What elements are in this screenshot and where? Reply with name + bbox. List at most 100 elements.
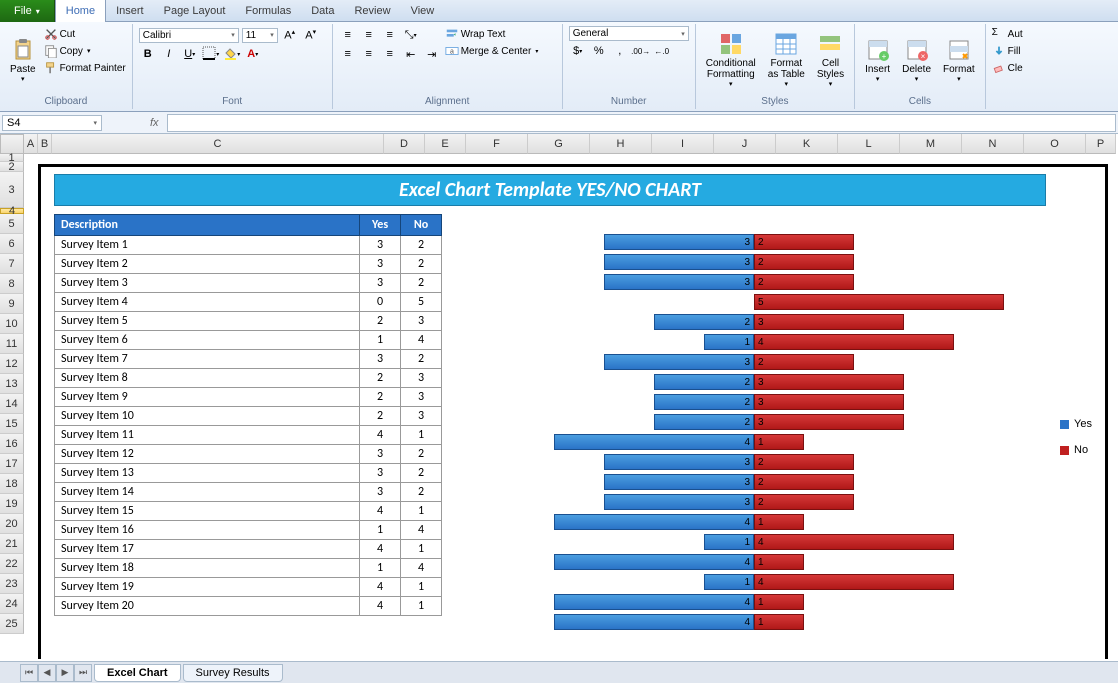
row-header-11[interactable]: 11	[0, 334, 24, 354]
tab-view[interactable]: View	[401, 0, 445, 22]
cell-no[interactable]: 4	[401, 521, 442, 540]
cell-yes[interactable]: 3	[360, 464, 401, 483]
cell-no[interactable]: 2	[401, 350, 442, 369]
cell-desc[interactable]: Survey Item 4	[55, 293, 360, 312]
cell-desc[interactable]: Survey Item 16	[55, 521, 360, 540]
cell-desc[interactable]: Survey Item 13	[55, 464, 360, 483]
increase-font-button[interactable]: A▴	[281, 26, 299, 44]
tab-formulas[interactable]: Formulas	[235, 0, 301, 22]
cell-yes[interactable]: 4	[360, 578, 401, 597]
table-row[interactable]: Survey Item 923	[55, 388, 442, 407]
cell-yes[interactable]: 4	[360, 426, 401, 445]
align-left-button[interactable]: ≡	[339, 45, 357, 63]
cell-desc[interactable]: Survey Item 2	[55, 255, 360, 274]
col-header-I[interactable]: I	[652, 134, 714, 154]
align-bottom-button[interactable]: ≡	[381, 26, 399, 44]
cell-desc[interactable]: Survey Item 6	[55, 331, 360, 350]
fx-label[interactable]: fx	[144, 117, 165, 129]
cell-no[interactable]: 5	[401, 293, 442, 312]
increase-decimal-button[interactable]: .00→	[632, 42, 650, 60]
italic-button[interactable]: I	[160, 45, 178, 63]
col-header-P[interactable]: P	[1086, 134, 1116, 154]
table-row[interactable]: Survey Item 1541	[55, 502, 442, 521]
table-row[interactable]: Survey Item 332	[55, 274, 442, 293]
fill-color-button[interactable]: ▾	[223, 45, 241, 63]
table-row[interactable]: Survey Item 2041	[55, 597, 442, 616]
decrease-decimal-button[interactable]: ←.0	[653, 42, 671, 60]
table-row[interactable]: Survey Item 732	[55, 350, 442, 369]
comma-format-button[interactable]: ,	[611, 42, 629, 60]
cell-yes[interactable]: 4	[360, 502, 401, 521]
table-row[interactable]: Survey Item 823	[55, 369, 442, 388]
col-header-K[interactable]: K	[776, 134, 838, 154]
worksheet-grid[interactable]: ABCDEFGHIJKLMNOP 12345678910111213141516…	[0, 134, 1118, 659]
sheet-tab-survey-results[interactable]: Survey Results	[183, 664, 283, 682]
col-header-D[interactable]: D	[384, 134, 425, 154]
cell-yes[interactable]: 2	[360, 388, 401, 407]
col-header-C[interactable]: C	[52, 134, 384, 154]
cell-no[interactable]: 2	[401, 445, 442, 464]
cell-no[interactable]: 3	[401, 369, 442, 388]
table-row[interactable]: Survey Item 1814	[55, 559, 442, 578]
row-header-6[interactable]: 6	[0, 234, 24, 254]
borders-button[interactable]: ▾	[202, 45, 220, 63]
col-header-J[interactable]: J	[714, 134, 776, 154]
decrease-indent-button[interactable]: ⇤	[402, 45, 420, 63]
table-row[interactable]: Survey Item 1023	[55, 407, 442, 426]
cell-desc[interactable]: Survey Item 10	[55, 407, 360, 426]
row-header-13[interactable]: 13	[0, 374, 24, 394]
cell-yes[interactable]: 3	[360, 236, 401, 255]
cell-yes[interactable]: 2	[360, 407, 401, 426]
cell-desc[interactable]: Survey Item 17	[55, 540, 360, 559]
cell-desc[interactable]: Survey Item 9	[55, 388, 360, 407]
cell-desc[interactable]: Survey Item 12	[55, 445, 360, 464]
number-format-combo[interactable]: General▾	[569, 26, 689, 41]
cell-no[interactable]: 1	[401, 578, 442, 597]
sheet-nav-next[interactable]: ▶	[56, 664, 74, 682]
table-row[interactable]: Survey Item 1332	[55, 464, 442, 483]
cell-no[interactable]: 3	[401, 407, 442, 426]
cell-yes[interactable]: 3	[360, 483, 401, 502]
cell-styles-button[interactable]: Cell Styles▾	[813, 26, 848, 94]
cell-desc[interactable]: Survey Item 8	[55, 369, 360, 388]
copy-button[interactable]: Copy▾	[44, 43, 126, 59]
delete-cells-button[interactable]: ×Delete▾	[898, 26, 935, 94]
name-box[interactable]: S4▾	[2, 115, 102, 131]
font-color-button[interactable]: A▾	[244, 45, 262, 63]
row-header-16[interactable]: 16	[0, 434, 24, 454]
row-header-15[interactable]: 15	[0, 414, 24, 434]
table-row[interactable]: Survey Item 405	[55, 293, 442, 312]
row-header-18[interactable]: 18	[0, 474, 24, 494]
cell-no[interactable]: 4	[401, 559, 442, 578]
cell-no[interactable]: 2	[401, 255, 442, 274]
decrease-font-button[interactable]: A▾	[302, 26, 320, 44]
accounting-format-button[interactable]: $▾	[569, 42, 587, 60]
tab-page-layout[interactable]: Page Layout	[154, 0, 236, 22]
cell-no[interactable]: 2	[401, 483, 442, 502]
row-header-25[interactable]: 25	[0, 614, 24, 634]
row-header-5[interactable]: 5	[0, 214, 24, 234]
cell-desc[interactable]: Survey Item 5	[55, 312, 360, 331]
cell-yes[interactable]: 1	[360, 521, 401, 540]
align-center-button[interactable]: ≡	[360, 45, 378, 63]
cell-yes[interactable]: 1	[360, 331, 401, 350]
cell-yes[interactable]: 3	[360, 255, 401, 274]
table-row[interactable]: Survey Item 132	[55, 236, 442, 255]
cell-no[interactable]: 1	[401, 540, 442, 559]
row-header-3[interactable]: 3	[0, 172, 24, 208]
cell-desc[interactable]: Survey Item 1	[55, 236, 360, 255]
cell-yes[interactable]: 3	[360, 445, 401, 464]
fill-button[interactable]: Fill	[992, 43, 1023, 59]
sheet-nav-last[interactable]: ⏭	[74, 664, 92, 682]
col-header-H[interactable]: H	[590, 134, 652, 154]
row-header-24[interactable]: 24	[0, 594, 24, 614]
clear-button[interactable]: Cle	[992, 60, 1023, 76]
wrap-text-button[interactable]: Wrap Text	[445, 26, 539, 42]
cell-desc[interactable]: Survey Item 11	[55, 426, 360, 445]
underline-button[interactable]: U▾	[181, 45, 199, 63]
row-header-2[interactable]: 2	[0, 162, 24, 172]
conditional-formatting-button[interactable]: Conditional Formatting▾	[702, 26, 760, 94]
col-header-E[interactable]: E	[425, 134, 466, 154]
align-top-button[interactable]: ≡	[339, 26, 357, 44]
format-painter-button[interactable]: Format Painter	[44, 60, 126, 76]
